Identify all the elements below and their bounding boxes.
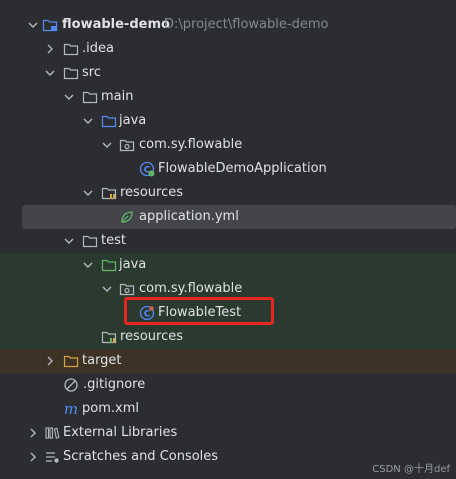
svg-text:m: m [64,401,78,417]
package-icon [119,281,135,297]
tree-label-application-yml: application.yml [139,209,239,224]
tree-row-application-yml[interactable]: application.yml [22,205,456,229]
tree-row-main-class[interactable]: C FlowableDemoApplication [0,157,456,181]
test-resources-folder-icon [101,329,117,345]
folder-icon [63,65,79,81]
tree-label-main-java: java [119,113,147,128]
folder-icon [82,233,98,249]
chevron-down-icon[interactable] [26,13,40,37]
chevron-down-icon[interactable] [43,61,57,85]
scratches-icon [44,449,60,465]
chevron-down-icon[interactable] [81,109,95,133]
spring-boot-class-icon: C [139,161,155,177]
chevron-down-icon[interactable] [62,229,76,253]
chevron-down-icon[interactable] [81,181,95,205]
spring-config-icon [119,209,135,225]
tree-row-project[interactable]: flowable-demo D:\project\flowable-demo [0,13,456,37]
chevron-right-icon[interactable] [26,445,40,469]
tree-row-external-libraries[interactable]: External Libraries [0,421,456,445]
tree-row-idea[interactable]: .idea [0,37,456,61]
chevron-right-icon[interactable] [26,421,40,445]
library-icon [44,425,60,441]
chevron-down-icon[interactable] [100,277,114,301]
tree-row-src[interactable]: src [0,61,456,85]
chevron-right-icon[interactable] [43,349,57,373]
tree-row-main[interactable]: main [0,85,456,109]
tree-label-test: test [101,233,126,248]
chevron-down-icon[interactable] [100,133,114,157]
module-folder-icon [42,17,58,33]
excluded-folder-icon [63,353,79,369]
chevron-right-icon[interactable] [43,37,57,61]
tree-row-gitignore[interactable]: .gitignore [0,373,456,397]
tree-label-src: src [82,65,101,80]
tree-label-test-java: java [119,257,147,272]
chevron-down-icon[interactable] [81,253,95,277]
tree-label-pom: pom.xml [82,401,139,416]
folder-icon [63,41,79,57]
watermark: CSDN @十月def [372,464,450,475]
folder-icon [82,89,98,105]
tree-label-main: main [101,89,134,104]
ignore-file-icon [63,377,79,393]
highlight-box [124,297,274,325]
tree-label-test-resources: resources [120,329,184,344]
tree-row-main-java[interactable]: java [0,109,456,133]
tree-label-main-package: com.sy.flowable [139,137,243,152]
tree-row-test-resources[interactable]: resources [0,325,456,349]
source-folder-icon [101,113,117,129]
tree-label-main-class: FlowableDemoApplication [158,161,327,176]
tree-label-main-resources: resources [120,185,184,200]
tree-row-test-java[interactable]: java [0,253,456,277]
tree-label-target: target [82,353,122,368]
tree-label-idea: .idea [82,41,114,56]
tree-row-pom[interactable]: m pom.xml [0,397,456,421]
tree-label-scratches: Scratches and Consoles [63,449,219,464]
chevron-down-icon[interactable] [62,85,76,109]
tree-label-external-libraries: External Libraries [63,425,178,440]
tree-row-test[interactable]: test [0,229,456,253]
tree-label-gitignore: .gitignore [83,377,146,392]
package-icon [119,137,135,153]
resources-folder-icon [101,185,117,201]
test-source-folder-icon [101,257,117,273]
project-tree: flowable-demo D:\project\flowable-demo .… [0,0,456,479]
project-name: flowable-demo [62,17,170,32]
tree-row-main-resources[interactable]: resources [0,181,456,205]
tree-row-target[interactable]: target [0,349,456,373]
tree-row-main-package[interactable]: com.sy.flowable [0,133,456,157]
maven-icon: m [63,401,79,417]
project-path: D:\project\flowable-demo [164,17,329,32]
